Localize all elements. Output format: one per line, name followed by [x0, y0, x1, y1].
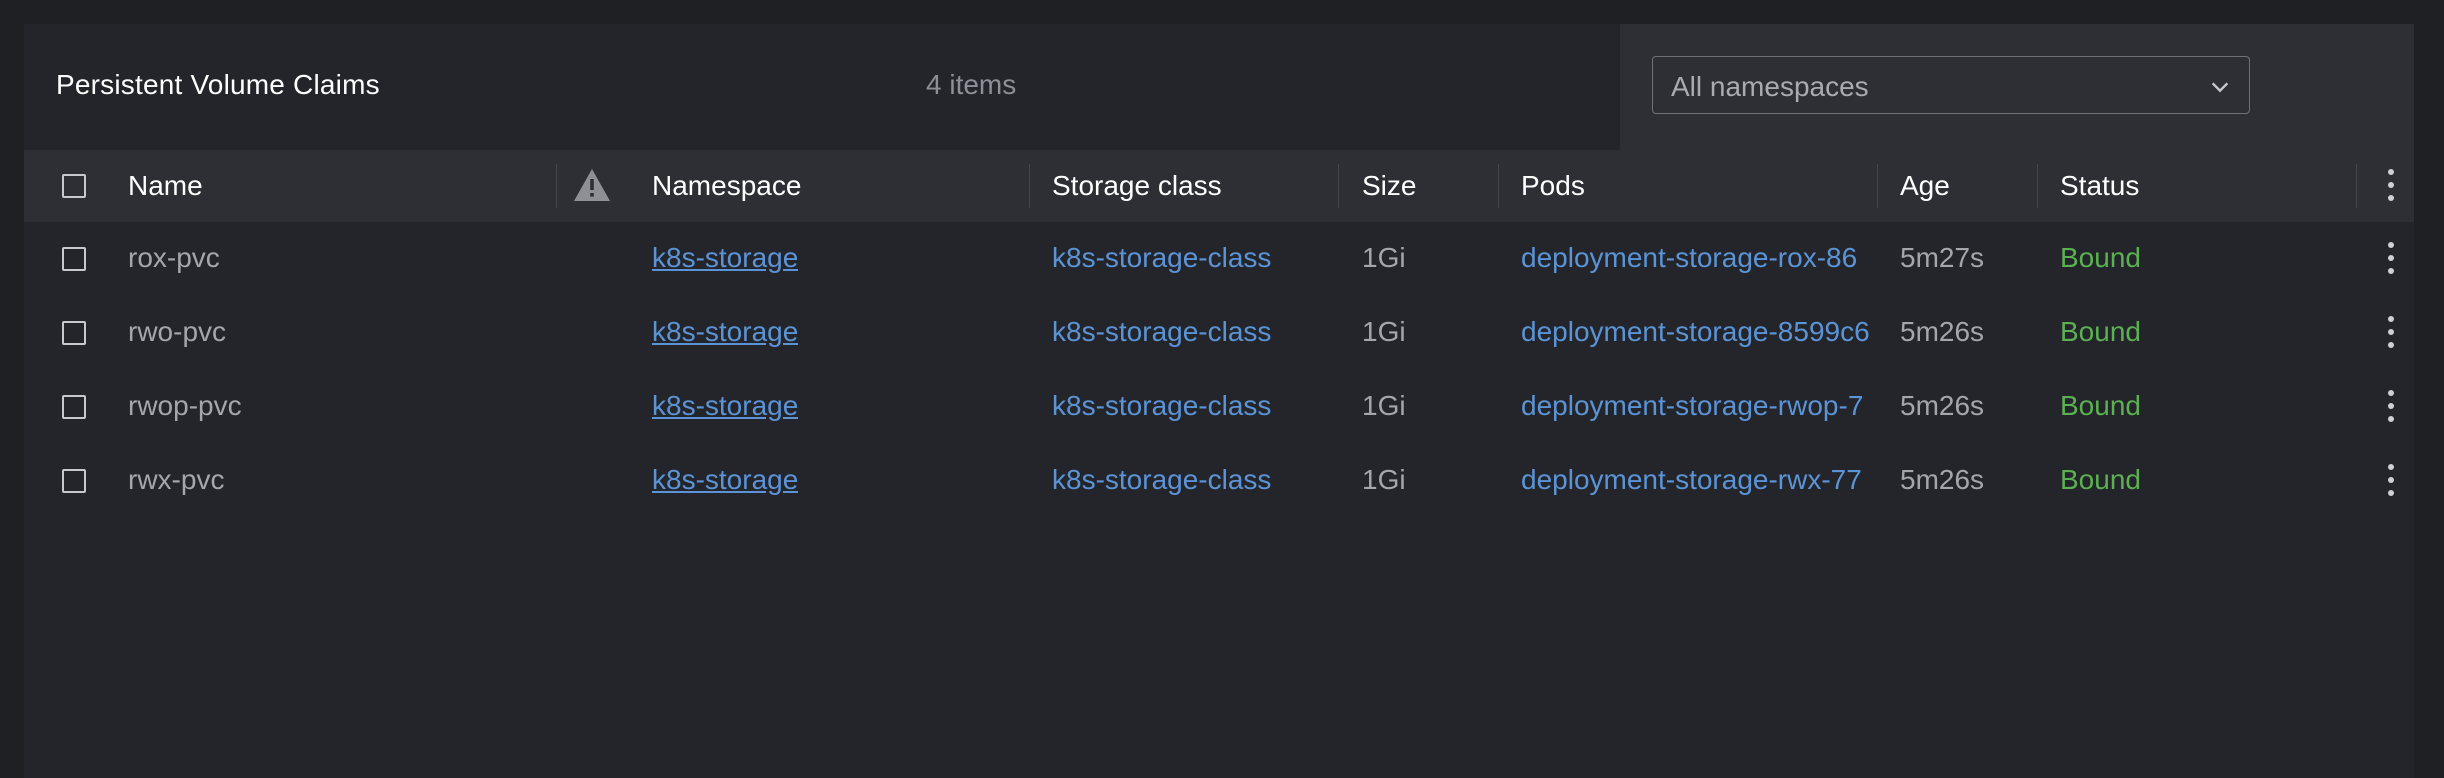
table-row[interactable]: rwo-pvc k8s-storage k8s-storage-class 1G…	[24, 296, 2414, 370]
table-row[interactable]: rox-pvc k8s-storage k8s-storage-class 1G…	[24, 222, 2414, 296]
column-header-size[interactable]: Size	[1362, 170, 1416, 202]
namespace-link[interactable]: k8s-storage	[652, 464, 798, 496]
column-separator	[1877, 164, 1878, 208]
table-row[interactable]: rwop-pvc k8s-storage k8s-storage-class 1…	[24, 370, 2414, 444]
namespace-select[interactable]: All namespaces	[1652, 56, 2250, 114]
table-toolbar: Persistent Volume Claims 4 items All nam…	[24, 24, 2414, 150]
column-separator	[1338, 164, 1339, 208]
namespace-link[interactable]: k8s-storage	[652, 390, 798, 422]
pod-link[interactable]: deployment-storage-rwop-7	[1521, 390, 1877, 422]
toolbar-controls: All namespaces	[1620, 24, 2414, 150]
pvc-size: 1Gi	[1362, 316, 1406, 347]
chevron-down-icon	[2211, 82, 2229, 93]
pod-link[interactable]: deployment-storage-rox-86	[1521, 242, 1877, 274]
column-menu-icon[interactable]	[2386, 169, 2394, 203]
item-count: 4 items	[926, 69, 1017, 100]
pvc-size: 1Gi	[1362, 242, 1406, 273]
pvc-panel: Persistent Volume Claims 4 items All nam…	[24, 24, 2414, 778]
pvc-size: 1Gi	[1362, 464, 1406, 495]
column-separator	[1498, 164, 1499, 208]
column-header-status[interactable]: Status	[2060, 170, 2139, 202]
status-badge: Bound	[2060, 316, 2141, 347]
pvc-age: 5m26s	[1900, 316, 1985, 347]
row-menu-icon[interactable]	[2386, 464, 2394, 498]
table-row[interactable]: rwx-pvc k8s-storage k8s-storage-class 1G…	[24, 444, 2414, 518]
column-header-pods[interactable]: Pods	[1521, 170, 1585, 202]
column-separator	[2356, 164, 2357, 208]
storage-class-link[interactable]: k8s-storage-class	[1052, 464, 1271, 496]
column-header-age[interactable]: Age	[1900, 170, 1950, 202]
pvc-age: 5m26s	[1900, 464, 1985, 495]
namespace-link[interactable]: k8s-storage	[652, 242, 798, 274]
pvc-age: 5m26s	[1900, 390, 1985, 421]
column-header-storage-class[interactable]: Storage class	[1052, 170, 1222, 202]
pvc-name: rwx-pvc	[128, 464, 225, 495]
pvc-name: rwo-pvc	[128, 316, 227, 347]
row-checkbox[interactable]	[62, 469, 86, 493]
row-menu-icon[interactable]	[2386, 316, 2394, 350]
pvc-size: 1Gi	[1362, 390, 1406, 421]
status-badge: Bound	[2060, 242, 2141, 273]
storage-class-link[interactable]: k8s-storage-class	[1052, 316, 1271, 348]
column-separator	[556, 164, 557, 208]
row-menu-icon[interactable]	[2386, 242, 2394, 276]
storage-class-link[interactable]: k8s-storage-class	[1052, 390, 1271, 422]
namespace-link[interactable]: k8s-storage	[652, 316, 798, 348]
row-checkbox[interactable]	[62, 321, 86, 345]
status-badge: Bound	[2060, 390, 2141, 421]
pod-link[interactable]: deployment-storage-8599c6	[1521, 316, 1877, 348]
storage-class-link[interactable]: k8s-storage-class	[1052, 242, 1271, 274]
status-badge: Bound	[2060, 464, 2141, 495]
column-header-name[interactable]: Name	[128, 170, 203, 202]
pvc-name: rwop-pvc	[128, 390, 242, 421]
pvc-age: 5m27s	[1900, 242, 1985, 273]
row-menu-icon[interactable]	[2386, 390, 2394, 424]
row-checkbox[interactable]	[62, 247, 86, 271]
select-all-checkbox[interactable]	[62, 174, 86, 198]
column-header-namespace[interactable]: Namespace	[652, 170, 801, 202]
row-checkbox[interactable]	[62, 395, 86, 419]
pvc-name: rox-pvc	[128, 242, 220, 273]
column-separator	[1029, 164, 1030, 208]
warning-icon	[574, 169, 610, 201]
column-separator	[2037, 164, 2038, 208]
namespace-select-value: All namespaces	[1671, 71, 1869, 102]
page-title: Persistent Volume Claims	[56, 69, 380, 100]
table-header: Name Namespace Storage class Size Pods A…	[24, 150, 2414, 222]
pod-link[interactable]: deployment-storage-rwx-77	[1521, 464, 1877, 496]
